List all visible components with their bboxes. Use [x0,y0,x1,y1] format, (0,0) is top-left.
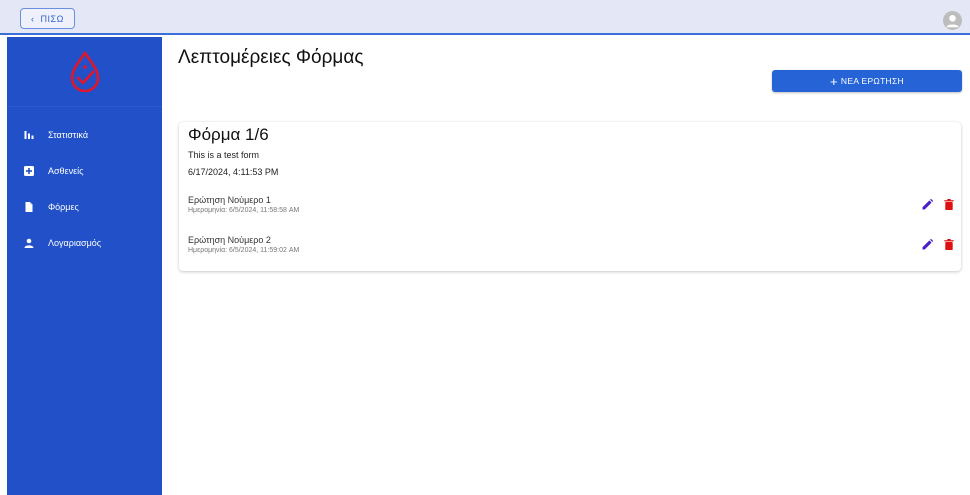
plus-box-icon [24,166,34,176]
question-actions [922,199,954,210]
blood-drop-check-logo [70,50,99,92]
sidebar-nav: Στατιστικά Ασθενείς Φόρμες Λογαριασμός [7,117,162,261]
sidebar-item-label: Λογαριασμός [48,238,102,248]
sidebar-item-patients[interactable]: Ασθενείς [7,153,162,189]
sidebar-item-account[interactable]: Λογαριασμός [7,225,162,261]
sidebar-item-statistics[interactable]: Στατιστικά [7,117,162,153]
form-title: Φόρμα 1/6 [188,125,269,144]
back-button-label: ΠΙΣΩ [40,13,64,24]
new-question-button[interactable]: + ΝΕΑ ΕΡΩΤΗΣΗ [772,70,962,92]
form-date: 6/17/2024, 4:11:53 PM [188,167,279,177]
chevron-left-icon: ‹ [31,13,35,24]
delete-icon[interactable] [943,199,954,210]
question-actions [922,239,954,250]
form-description: This is a test form [188,150,260,160]
sidebar-item-forms[interactable]: Φόρμες [7,189,162,225]
logo-area [7,37,162,107]
question-title: Ερώτηση Νούμερο 1 [188,195,271,205]
file-icon [24,202,34,212]
sidebar: Στατιστικά Ασθενείς Φόρμες Λογαριασμός [7,37,162,495]
question-item[interactable]: Ερώτηση Νούμερο 2 Ημερομηνία: 6/5/2024, … [188,235,954,261]
person-icon [24,238,34,248]
top-bar: ‹ ΠΙΣΩ [0,0,970,35]
delete-icon[interactable] [943,239,954,250]
plus-icon: + [830,73,838,89]
form-card: Φόρμα 1/6 This is a test form 6/17/2024,… [179,122,961,271]
new-question-label: ΝΕΑ ΕΡΩΤΗΣΗ [840,76,904,86]
question-title: Ερώτηση Νούμερο 2 [188,235,271,245]
page-title: Λεπτομέρειες Φόρμας [178,47,364,68]
bar-chart-icon [24,130,34,140]
sidebar-item-label: Στατιστικά [48,130,89,140]
back-button[interactable]: ‹ ΠΙΣΩ [20,8,75,29]
edit-icon[interactable] [922,199,933,210]
sidebar-item-label: Ασθενείς [48,166,84,176]
edit-icon[interactable] [922,239,933,250]
account-circle-icon[interactable] [943,11,962,30]
question-date: Ημερομηνία: 6/5/2024, 11:59:02 AM [188,247,300,254]
question-date: Ημερομηνία: 6/5/2024, 11:58:58 AM [188,207,300,214]
question-item[interactable]: Ερώτηση Νούμερο 1 Ημερομηνία: 6/5/2024, … [188,195,954,221]
sidebar-item-label: Φόρμες [48,202,79,212]
